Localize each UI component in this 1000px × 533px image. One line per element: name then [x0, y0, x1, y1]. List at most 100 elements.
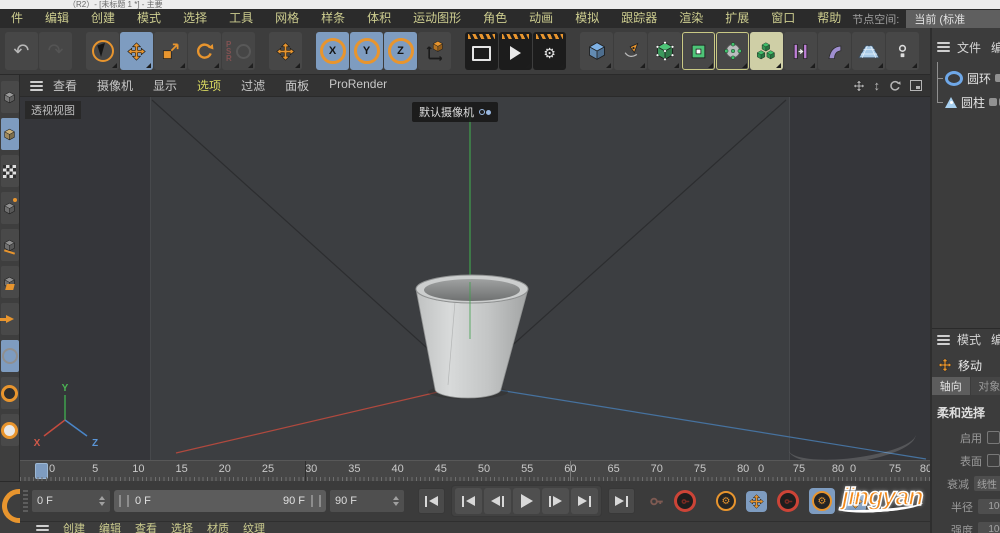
attribute-manager-menu-icon[interactable]: [937, 335, 950, 345]
viewport-menu-6[interactable]: ProRender: [319, 77, 397, 94]
end-frame-field[interactable]: 90 F: [330, 490, 404, 512]
perspective-viewport[interactable]: 查看摄像机显示选项过滤面板ProRender ↕: [20, 75, 930, 460]
checkbox-0[interactable]: [987, 431, 1000, 444]
snap-button[interactable]: [1, 414, 19, 446]
model-mode-button[interactable]: [1, 118, 19, 150]
menubar-item-simulate[interactable]: 模拟: [564, 9, 610, 28]
live-selection-button[interactable]: [86, 32, 119, 70]
menubar-item-mode[interactable]: 模式: [126, 9, 172, 28]
material-menu-4[interactable]: 材质: [207, 522, 229, 533]
attribute-tab-1[interactable]: 对象: [971, 377, 1000, 395]
camera-label[interactable]: 默认摄像机: [412, 102, 498, 122]
material-menu-1[interactable]: 编辑: [99, 522, 121, 533]
visibility-toggle-icon[interactable]: [995, 74, 1000, 82]
viewport-menu-2[interactable]: 显示: [143, 77, 187, 94]
goto-start-button[interactable]: [418, 488, 445, 514]
spline-pen-button[interactable]: [614, 32, 647, 70]
x-axis-lock-button[interactable]: X: [316, 32, 349, 70]
timeline-ruler[interactable]: 0510152025303540455055606570758007580075…: [20, 460, 930, 481]
material-menu-3[interactable]: 选择: [171, 522, 193, 533]
drag-handle[interactable]: [23, 490, 28, 512]
range-start-grip[interactable]: [119, 495, 129, 507]
cloner-button[interactable]: [716, 32, 749, 70]
view-label[interactable]: 透视视图: [25, 101, 81, 119]
keyframe-selection-button[interactable]: ⚙: [716, 491, 736, 511]
current-frame-field[interactable]: 0 F: [32, 490, 110, 512]
prev-frame-button[interactable]: [484, 488, 511, 514]
play-button[interactable]: [513, 488, 540, 514]
object-manager-menu-0[interactable]: 文件: [957, 39, 981, 56]
record-rotation-button[interactable]: ⚙: [809, 488, 835, 514]
make-editable-button[interactable]: [1, 81, 19, 113]
object-row-1[interactable]: 圆柱: [932, 90, 1000, 114]
rotate-view-icon[interactable]: [889, 80, 901, 92]
record-keyframe-button[interactable]: [649, 494, 664, 509]
menubar-item-animate[interactable]: 动画: [518, 9, 564, 28]
menubar-item-mograph[interactable]: 运动图形: [402, 9, 472, 28]
object-row-0[interactable]: 圆环: [932, 66, 1000, 90]
scale-tool-button[interactable]: [154, 32, 187, 70]
visibility-toggle-icon[interactable]: [989, 98, 997, 106]
floor-button[interactable]: [852, 32, 885, 70]
menubar-item-render[interactable]: 渲染: [668, 9, 714, 28]
range-end-grip[interactable]: [311, 495, 321, 507]
rotate-tool-button[interactable]: [188, 32, 221, 70]
morph-button[interactable]: [784, 32, 817, 70]
autokeying-button[interactable]: [674, 490, 696, 512]
number-field-3[interactable]: 100: [978, 499, 1000, 514]
viewport-menu-4[interactable]: 过滤: [231, 77, 275, 94]
object-manager-menu-icon[interactable]: [937, 42, 950, 52]
dropdown-2[interactable]: 线性: [974, 476, 1000, 491]
attribute-tab-0[interactable]: 轴向: [932, 377, 970, 395]
z-axis-lock-button[interactable]: Z: [384, 32, 417, 70]
menubar-item-mesh[interactable]: 网格: [264, 9, 310, 28]
zoom-view-icon[interactable]: ↕: [874, 79, 881, 92]
attribute-manager-menu-0[interactable]: 模式: [957, 331, 981, 348]
array-button[interactable]: [750, 32, 783, 70]
node-space-select[interactable]: 当前 (标准: [906, 10, 1000, 28]
menubar-item-edit[interactable]: 编辑: [34, 9, 80, 28]
viewport-canvas[interactable]: Y X Z 透视视图 默认摄像机: [20, 97, 930, 460]
primitive-cube-button[interactable]: [580, 32, 613, 70]
checkbox-1[interactable]: [987, 454, 1000, 467]
enable-axis-button[interactable]: [1, 340, 19, 372]
material-menu-0[interactable]: 创建: [63, 522, 85, 533]
material-menu-5[interactable]: 纹理: [243, 522, 265, 533]
menubar-item-select[interactable]: 选择: [172, 9, 218, 28]
texture-mode-button[interactable]: [1, 155, 19, 187]
menubar-item-spline[interactable]: 样条: [310, 9, 356, 28]
toggle-view-icon[interactable]: [910, 80, 922, 91]
spinner-arrows-icon[interactable]: [387, 496, 399, 506]
material-menu-icon[interactable]: [36, 525, 49, 533]
coordinate-system-button[interactable]: [418, 32, 451, 70]
subdivision-surface-button[interactable]: [648, 32, 681, 70]
menubar-item-extensions[interactable]: 扩展: [714, 9, 760, 28]
pan-view-icon[interactable]: [853, 80, 865, 92]
camera-button[interactable]: [886, 32, 919, 70]
generator-extrude-button[interactable]: [682, 32, 715, 70]
menubar-item-tracker[interactable]: 跟踪器: [610, 9, 668, 28]
viewport-menu-1[interactable]: 摄像机: [87, 77, 143, 94]
goto-end-button[interactable]: [608, 488, 635, 514]
number-field-4[interactable]: 100: [978, 522, 1000, 533]
next-key-button[interactable]: [571, 488, 598, 514]
viewport-menu-5[interactable]: 面板: [275, 77, 319, 94]
render-settings-button[interactable]: ⚙: [533, 32, 566, 70]
last-used-tool-button[interactable]: [269, 32, 302, 70]
redo-button[interactable]: ↷: [39, 32, 72, 70]
record-scale-button[interactable]: [777, 490, 799, 512]
move-tool-button[interactable]: [120, 32, 153, 70]
viewport-menu-icon[interactable]: [30, 81, 43, 91]
bend-deformer-button[interactable]: [818, 32, 851, 70]
menubar-item-window[interactable]: 窗口: [760, 9, 806, 28]
object-toggles[interactable]: [995, 74, 1000, 82]
undo-button[interactable]: ↶: [5, 32, 38, 70]
menubar-item-character[interactable]: 角色: [472, 9, 518, 28]
timeline-playhead[interactable]: [35, 463, 48, 479]
menubar-item-file[interactable]: 件: [0, 9, 34, 28]
workplane-mode-button[interactable]: [1, 303, 19, 335]
viewport-menu-3[interactable]: 选项: [187, 77, 231, 94]
prev-key-button[interactable]: [455, 488, 482, 514]
y-axis-lock-button[interactable]: Y: [350, 32, 383, 70]
record-position-button[interactable]: [746, 491, 767, 512]
